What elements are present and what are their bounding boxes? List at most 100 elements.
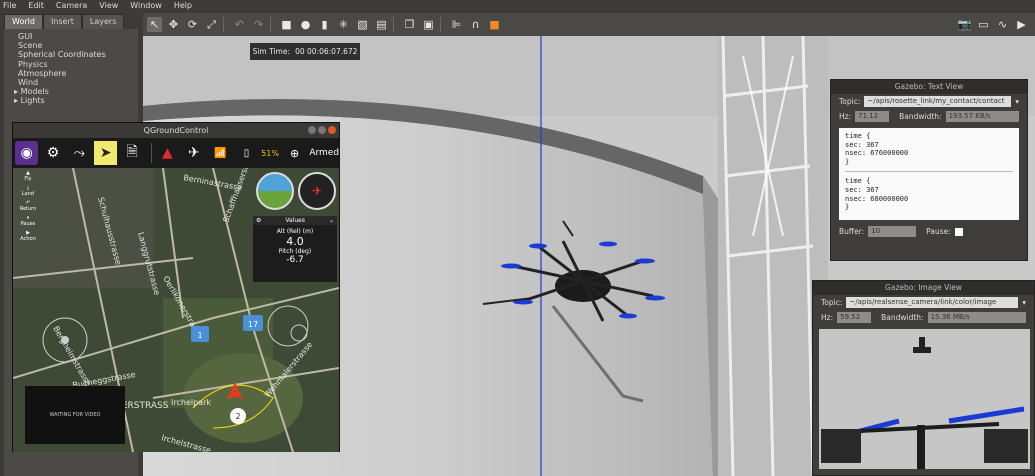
point-light-icon[interactable]: ✳ — [336, 17, 351, 32]
return-button[interactable]: ↶ Return — [20, 200, 37, 212]
tab-insert[interactable]: Insert — [42, 14, 82, 29]
plot-icon[interactable]: ∿ — [995, 17, 1010, 32]
pause-checkbox[interactable] — [954, 227, 963, 236]
text-view-titlebar[interactable]: Gazebo: Text View — [831, 80, 1027, 94]
tree-item-atmosphere[interactable]: Atmosphere — [14, 69, 138, 78]
values-widget: ⚙ Values ⌄ Alt (Rel) (m) 4.0 Pitch (deg)… — [253, 216, 337, 282]
gps-off-icon[interactable]: ✈ — [182, 141, 205, 165]
world-tree: GUI Scene Spherical Coordinates Physics … — [4, 29, 138, 106]
text-view-window: Gazebo: Text View Topic: ~/apis/rosette_… — [830, 79, 1028, 261]
change-view-icon[interactable]: ■ — [487, 17, 502, 32]
tab-world[interactable]: World — [4, 14, 43, 29]
cylinder-shape-icon[interactable]: ▮ — [317, 17, 332, 32]
menu-file[interactable]: File — [3, 0, 16, 12]
map-label: Irchelpark — [171, 398, 211, 407]
tree-item-models[interactable]: ▸ Models — [14, 87, 138, 96]
image-view-title: Gazebo: Image View — [885, 283, 962, 292]
copy-icon[interactable]: ❐ — [402, 17, 417, 32]
rotate-mode-icon[interactable]: ⟳ — [185, 17, 200, 32]
pause-button[interactable]: ⏸ Pause — [21, 215, 36, 227]
log-icon[interactable]: ▭ — [976, 17, 991, 32]
chevron-down-icon[interactable]: ▾ — [1015, 97, 1019, 106]
box-shape-icon[interactable]: ■ — [279, 17, 294, 32]
select-mode-icon[interactable]: ↖ — [147, 17, 162, 32]
tree-item-lights[interactable]: ▸ Lights — [14, 96, 138, 105]
redo-icon[interactable]: ↷ — [251, 17, 266, 32]
rc-icon[interactable]: 📶 — [208, 141, 231, 165]
menu-view[interactable]: View — [99, 0, 118, 12]
video-widget[interactable]: WAITING FOR VIDEO — [25, 386, 125, 444]
spot-light-icon[interactable]: ▧ — [355, 17, 370, 32]
menu-camera[interactable]: Camera — [56, 0, 87, 12]
maximize-icon[interactable] — [318, 126, 326, 134]
tree-item-gui[interactable]: GUI — [14, 32, 138, 41]
svg-text:2: 2 — [235, 412, 240, 421]
svg-text:1: 1 — [197, 331, 202, 340]
chevron-down-icon[interactable]: ▾ — [1022, 298, 1026, 307]
topic-select[interactable]: ~/apis/rosette_link/my_contact/contact — [864, 96, 1012, 107]
buffer-spinbox[interactable]: 10 — [868, 226, 917, 237]
menu-help[interactable]: Help — [174, 0, 192, 12]
menu-window[interactable]: Window — [130, 0, 162, 12]
message-line: time { — [845, 177, 871, 186]
fly-button[interactable]: ▲ Fly — [24, 170, 31, 182]
tree-item-spherical-coordinates[interactable]: Spherical Coordinates — [14, 50, 138, 59]
video-record-icon[interactable]: ▶ — [1014, 17, 1029, 32]
sphere-shape-icon[interactable]: ● — [298, 17, 313, 32]
align-icon[interactable]: ⊫ — [449, 17, 464, 32]
bandwidth-label: Bandwidth: — [881, 313, 924, 322]
translate-mode-icon[interactable]: ✥ — [166, 17, 181, 32]
tab-layers[interactable]: Layers — [81, 14, 125, 29]
battery-icon[interactable]: ▯ — [235, 141, 258, 165]
message-list[interactable]: time { sec: 367 nsec: 676000000 } time {… — [839, 128, 1019, 220]
image-view-titlebar[interactable]: Gazebo: Image View — [813, 281, 1034, 295]
close-icon[interactable] — [328, 126, 336, 134]
map-view[interactable]: Berninastrasse Schaffhauserstrasse Oerli… — [13, 168, 339, 452]
hz-label: Hz: — [821, 313, 834, 322]
battery-percent: 51% — [261, 148, 279, 158]
analyze-icon[interactable]: 🗎 — [120, 141, 143, 165]
hz-label: Hz: — [839, 112, 852, 121]
topic-select[interactable]: ~/apis/realsense_camera/link/color/image — [846, 297, 1019, 308]
land-button[interactable]: ⤓ Land — [22, 185, 34, 197]
topic-label: Topic: — [839, 97, 861, 106]
directional-light-icon[interactable]: ▤ — [374, 17, 389, 32]
arm-status[interactable]: Armed — [309, 148, 339, 158]
message-line: nsec: 676000000 — [845, 149, 909, 158]
values-header[interactable]: Values — [285, 217, 305, 224]
sim-time-display: Sim Time: 00 00:06:07.672 — [250, 43, 360, 60]
qgc-logo-button[interactable]: ◉ — [15, 141, 39, 165]
qgc-toolbar: ◉ ⚙ ⤳ ➤ 🗎 ▲ ✈ 📶 ▯ 51% ⊕ Armed — [13, 138, 339, 168]
tree-item-wind[interactable]: Wind — [14, 78, 138, 87]
minimize-icon[interactable] — [308, 126, 316, 134]
alt-value: 4.0 — [286, 235, 304, 248]
qgc-titlebar[interactable]: QGroundControl — [13, 123, 339, 138]
hz-value: 59.52 — [837, 312, 872, 323]
video-status: WAITING FOR VIDEO — [49, 412, 101, 418]
values-gear-icon[interactable]: ⚙ — [256, 217, 261, 224]
buffer-label: Buffer: — [839, 227, 865, 236]
settings-gear-icon[interactable]: ⚙ — [41, 141, 64, 165]
menu-edit[interactable]: Edit — [28, 0, 44, 12]
undo-icon[interactable]: ↶ — [232, 17, 247, 32]
compass-indicator: ✈ — [298, 172, 336, 210]
pitch-label: Pitch (deg) — [278, 248, 312, 255]
sim-time-label: Sim Time: — [252, 47, 290, 56]
tree-item-physics[interactable]: Physics — [14, 60, 138, 69]
screenshot-icon[interactable]: 📷 — [957, 17, 972, 32]
pitch-value: -6.7 — [286, 255, 304, 265]
crosshair-icon[interactable]: ⊕ — [283, 141, 306, 165]
chevron-down-icon[interactable]: ⌄ — [329, 217, 334, 224]
warning-icon[interactable]: ▲ — [156, 141, 179, 165]
fly-view-icon[interactable]: ➤ — [94, 141, 118, 165]
camera-image — [819, 329, 1030, 469]
fly-sidebar: ▲ Fly ⤓ Land ↶ Return ⏸ Pause ▶ Action — [15, 170, 41, 242]
message-line: sec: 367 — [845, 140, 879, 149]
action-button[interactable]: ▶ Action — [20, 230, 36, 242]
plan-route-icon[interactable]: ⤳ — [68, 141, 91, 165]
snap-icon[interactable]: ∩ — [468, 17, 483, 32]
scale-mode-icon[interactable]: ⤢ — [204, 17, 219, 32]
paste-icon[interactable]: ▣ — [421, 17, 436, 32]
tree-item-scene[interactable]: Scene — [14, 41, 138, 50]
message-line: } — [845, 157, 850, 166]
